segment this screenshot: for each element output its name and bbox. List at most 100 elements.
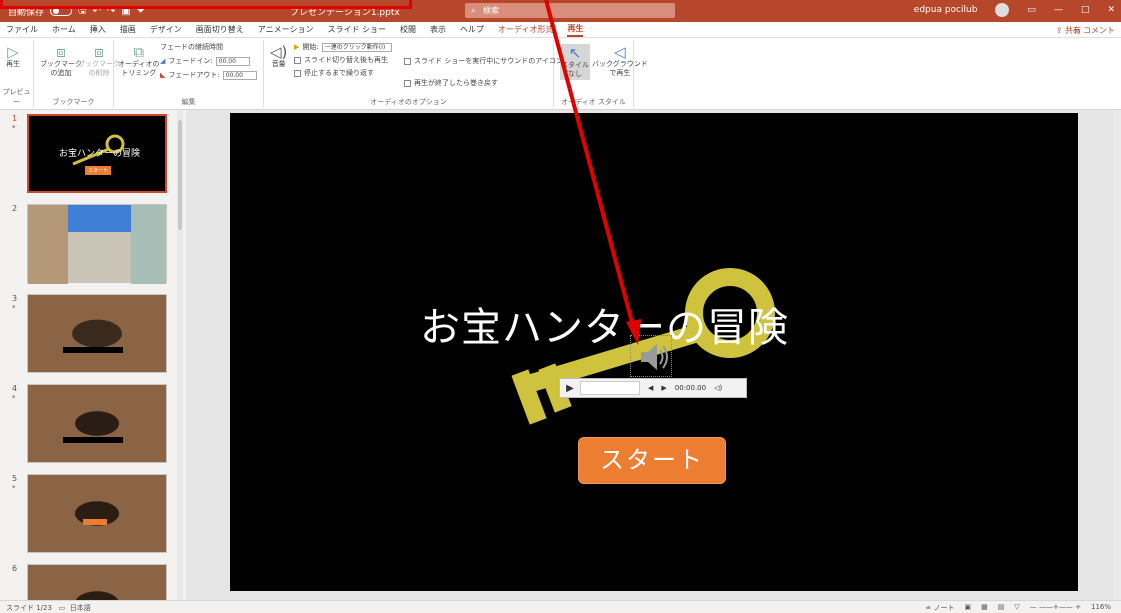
volume-icon: ◁) (270, 43, 288, 61)
animation-star-icon: * (12, 304, 16, 312)
across-slides-row[interactable]: スライド切り替え後も再生 (294, 55, 388, 65)
player-play-icon[interactable]: ▶ (560, 383, 580, 394)
avatar[interactable] (995, 3, 1010, 17)
trim-icon: ⧉ (133, 43, 145, 61)
player-time: 00:00.00 (674, 384, 707, 392)
status-left: スライド 1/23 ▭ 日本語 (6, 603, 91, 613)
tab-audio-format[interactable]: オーディオ形式 (498, 24, 553, 35)
canvas-scrollbar[interactable] (1113, 110, 1121, 600)
comment-label: コメント (1083, 26, 1115, 35)
add-bookmark-label: ブックマーク の追加 (40, 60, 82, 77)
player-seek-track[interactable] (580, 381, 640, 395)
zoom-level[interactable]: 116% (1091, 603, 1111, 613)
maximize-button[interactable]: □ (1081, 5, 1090, 15)
start-label: 開始: (302, 43, 319, 51)
thumbnail-slide-6[interactable] (27, 564, 167, 600)
normal-view-icon[interactable]: ▣ (965, 603, 972, 613)
player-volume-icon[interactable]: ◁) (714, 384, 722, 392)
tab-home[interactable]: ホーム (52, 24, 76, 35)
slide-title[interactable]: お宝ハンターの冒険 (420, 295, 789, 353)
tab-animations[interactable]: アニメーション (258, 24, 314, 35)
group-preview: ▷ 再生 プレビュー (0, 40, 34, 108)
play-preview-button[interactable]: ▷ 再生 (6, 44, 20, 69)
tab-draw[interactable]: 描画 (120, 24, 136, 35)
start-select[interactable]: 一連のクリック動作(I) (321, 42, 392, 52)
tab-file[interactable]: ファイル (6, 24, 38, 35)
thumbnails-scrollbar[interactable] (177, 110, 183, 600)
thumb-title: お宝ハンターの冒険 (59, 149, 141, 159)
no-style-button[interactable]: ↖ スタイル なし (560, 44, 590, 80)
search-placeholder: 検索 (483, 6, 499, 15)
thumb-number: 2 (12, 204, 18, 213)
fade-in-row: ◢ フェードイン: 00.00 (160, 56, 250, 66)
user-name[interactable]: edpua pocilub (914, 5, 978, 15)
accessibility-icon[interactable]: ▭ (59, 604, 66, 612)
volume-button[interactable]: ◁) 音量 (270, 44, 287, 69)
player-forward-icon[interactable]: ▶ (661, 384, 666, 392)
zoom-slider[interactable]: — ——+—— + (1030, 603, 1081, 613)
fade-in-icon: ◢ (160, 57, 166, 65)
slide-counter: スライド 1/23 (6, 604, 52, 612)
audio-object-selection[interactable] (630, 335, 672, 377)
slide-thumbnails-pane: 1 * お宝ハンターの冒険 スタート 2 3 * 4 * 5 * 6 (0, 110, 182, 600)
ribbon-display-icon[interactable]: ▭ (1027, 5, 1036, 15)
tab-review[interactable]: 校閲 (400, 24, 416, 35)
minimize-button[interactable]: — (1054, 5, 1063, 15)
slideshow-view-icon[interactable]: ▽ (1014, 603, 1019, 613)
loop-checkbox[interactable] (294, 69, 301, 77)
tab-help[interactable]: ヘルプ (460, 24, 484, 35)
search-input[interactable]: ⌕ 検索 (465, 3, 675, 18)
thumbnails-scroll-thumb[interactable] (178, 120, 182, 230)
fade-in-input[interactable]: 00.00 (215, 56, 250, 66)
play-in-background-button[interactable]: ◁ バックグラウンド で再生 (592, 44, 648, 78)
fade-out-row: ◣ フェードアウト: 00.00 (160, 70, 257, 80)
background-play-icon: ◁ (614, 43, 626, 61)
add-bookmark-button[interactable]: ⧈ ブックマーク の追加 (40, 44, 82, 78)
annotation-box (0, 0, 412, 9)
hide-icon-checkbox[interactable] (404, 57, 411, 65)
start-icon: ▶ (294, 43, 300, 51)
across-slides-checkbox[interactable] (294, 56, 301, 64)
close-button[interactable]: ✕ (1107, 5, 1115, 15)
play-in-background-label: バックグラウンド で再生 (592, 60, 648, 77)
rewind-checkbox[interactable] (404, 79, 411, 87)
sorter-view-icon[interactable]: ▦ (981, 603, 988, 613)
reading-view-icon[interactable]: ▤ (998, 603, 1005, 613)
thumbnail-slide-4[interactable] (27, 384, 167, 463)
start-button[interactable]: スタート (578, 437, 726, 484)
group-bookmark: ⧈ ブックマーク の追加 ⧈ ブックマーク の削除 ブックマーク (34, 40, 120, 108)
tab-design[interactable]: デザイン (150, 24, 182, 35)
bookmark-add-icon: ⧈ (56, 43, 66, 61)
language-label[interactable]: 日本語 (70, 604, 91, 612)
group-label-preview: プレビュー (2, 88, 31, 106)
ribbon: ▷ 再生 プレビュー ⧈ ブックマーク の追加 ⧈ ブックマーク の削除 ブック… (0, 38, 1121, 110)
play-icon: ▷ (7, 43, 19, 61)
across-slides-label: スライド切り替え後も再生 (304, 56, 388, 64)
tab-view[interactable]: 表示 (430, 24, 446, 35)
tab-transitions[interactable]: 画面切り替え (196, 24, 244, 35)
current-slide[interactable]: お宝ハンターの冒険 ▶ ◀ ▶ 00:00.00 ◁) スタート (230, 113, 1078, 591)
rewind-label: 再生が終了したら巻き戻す (414, 79, 498, 87)
status-bar: スライド 1/23 ▭ 日本語 ≐ ノート ▣ ▦ ▤ ▽ — ——+—— + … (0, 600, 1121, 613)
thumbnail-slide-3[interactable] (27, 294, 167, 373)
notes-label: ノート (933, 604, 955, 612)
search-icon: ⌕ (471, 6, 476, 15)
tab-playback[interactable]: 再生 (567, 23, 584, 37)
thumbnail-slide-1[interactable]: お宝ハンターの冒険 スタート (27, 114, 167, 193)
rewind-row[interactable]: 再生が終了したら巻き戻す (404, 78, 498, 88)
fade-out-input[interactable]: 00.00 (222, 70, 257, 80)
group-label-bookmark: ブックマーク (52, 98, 95, 106)
speaker-icon (641, 344, 668, 370)
animation-star-icon: * (12, 124, 16, 132)
play-label: 再生 (6, 60, 20, 68)
group-label-style: オーディオ スタイル (561, 98, 626, 106)
tab-insert[interactable]: 挿入 (90, 24, 106, 35)
thumbnail-slide-2[interactable] (27, 204, 167, 284)
player-back-icon[interactable]: ◀ (648, 384, 653, 392)
thumbnail-slide-5[interactable] (27, 474, 167, 553)
notes-button[interactable]: ≐ ノート (925, 603, 954, 613)
loop-row[interactable]: 停止するまで繰り返す (294, 68, 374, 78)
tab-slideshow[interactable]: スライド ショー (327, 24, 386, 35)
comment-button[interactable]: ▭ コメント (1073, 25, 1115, 36)
trim-audio-button[interactable]: ⧉ オーディオの トリミング (118, 44, 160, 78)
